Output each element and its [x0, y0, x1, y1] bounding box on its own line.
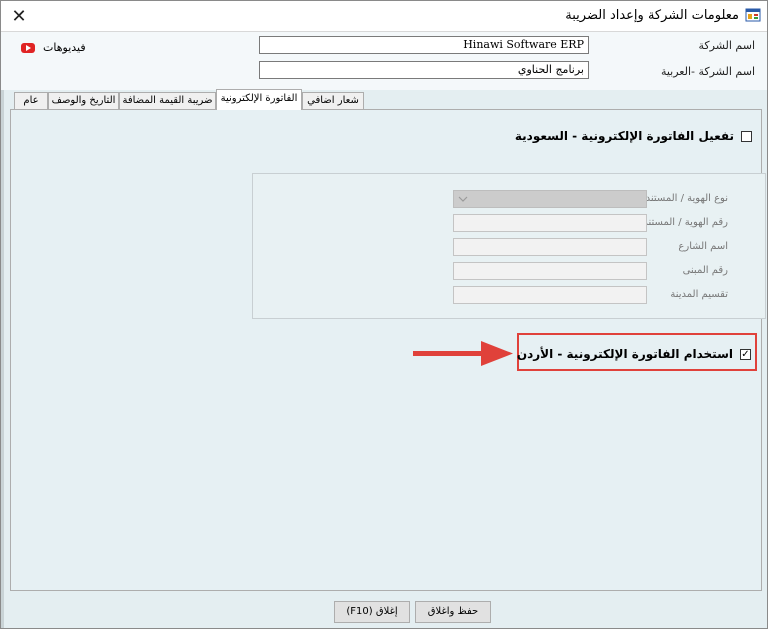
- close-button[interactable]: ✕: [1, 1, 37, 31]
- city-subdivision-label: تقسيم المدينة: [670, 289, 728, 300]
- street-name-input[interactable]: [453, 238, 647, 256]
- youtube-icon: [21, 42, 35, 53]
- id-type-select[interactable]: [453, 190, 647, 208]
- tab-general[interactable]: عام: [14, 92, 48, 109]
- company-name-label: اسم الشركة: [698, 39, 755, 52]
- tab-extra-logo[interactable]: شعار اضافي: [302, 92, 364, 109]
- id-type-label: نوع الهوية / المستند: [645, 193, 728, 204]
- close-f10-button[interactable]: إغلاق (F10): [334, 601, 410, 623]
- title-bar: ✕ معلومات الشركة وإعداد الضريبة: [1, 1, 767, 32]
- city-subdivision-input[interactable]: [453, 286, 647, 304]
- window-title: معلومات الشركة وإعداد الضريبة: [565, 8, 739, 23]
- company-name-ar-label: اسم الشركة -العربية: [660, 65, 755, 78]
- company-name-input[interactable]: Hinawi Software ERP: [259, 36, 589, 54]
- id-number-input[interactable]: [453, 214, 647, 232]
- pointer-arrow-icon: [413, 341, 513, 366]
- tab-e-invoice[interactable]: الفاتورة الإلكترونية: [216, 89, 302, 110]
- videos-link[interactable]: فيديوهات: [21, 41, 86, 54]
- saudi-einvoice-label: تفعيل الفاتورة الإلكترونية - السعودية: [514, 129, 734, 143]
- chevron-down-icon: [458, 196, 468, 202]
- building-number-input[interactable]: [453, 262, 647, 280]
- company-name-ar-input[interactable]: برنامج الحناوي: [259, 61, 589, 79]
- tab-vat[interactable]: ضريبة القيمة المضافة: [119, 92, 216, 109]
- tab-strip: عام التاريخ والوصف ضريبة القيمة المضافة …: [10, 89, 762, 110]
- street-name-label: اسم الشارع: [678, 241, 728, 252]
- saudi-einvoice-checkbox[interactable]: [741, 131, 752, 142]
- tab-date-description[interactable]: التاريخ والوصف: [48, 92, 119, 109]
- id-number-label: رقم الهوية / المستند: [643, 217, 728, 228]
- save-close-button[interactable]: حفظ واغلاق: [415, 601, 491, 623]
- window-left-edge: [1, 32, 4, 628]
- videos-label: فيديوهات: [43, 41, 86, 54]
- app-window-icon: [745, 8, 761, 22]
- building-number-label: رقم المبنى: [682, 265, 728, 276]
- close-icon: ✕: [11, 5, 27, 27]
- jordan-einvoice-checkbox[interactable]: ✓: [740, 349, 751, 360]
- dialog-window: ✕ معلومات الشركة وإعداد الضريبة فيديوهات…: [0, 0, 768, 629]
- jordan-einvoice-label: استخدام الفاتورة الإلكترونية - الأردن: [516, 347, 733, 361]
